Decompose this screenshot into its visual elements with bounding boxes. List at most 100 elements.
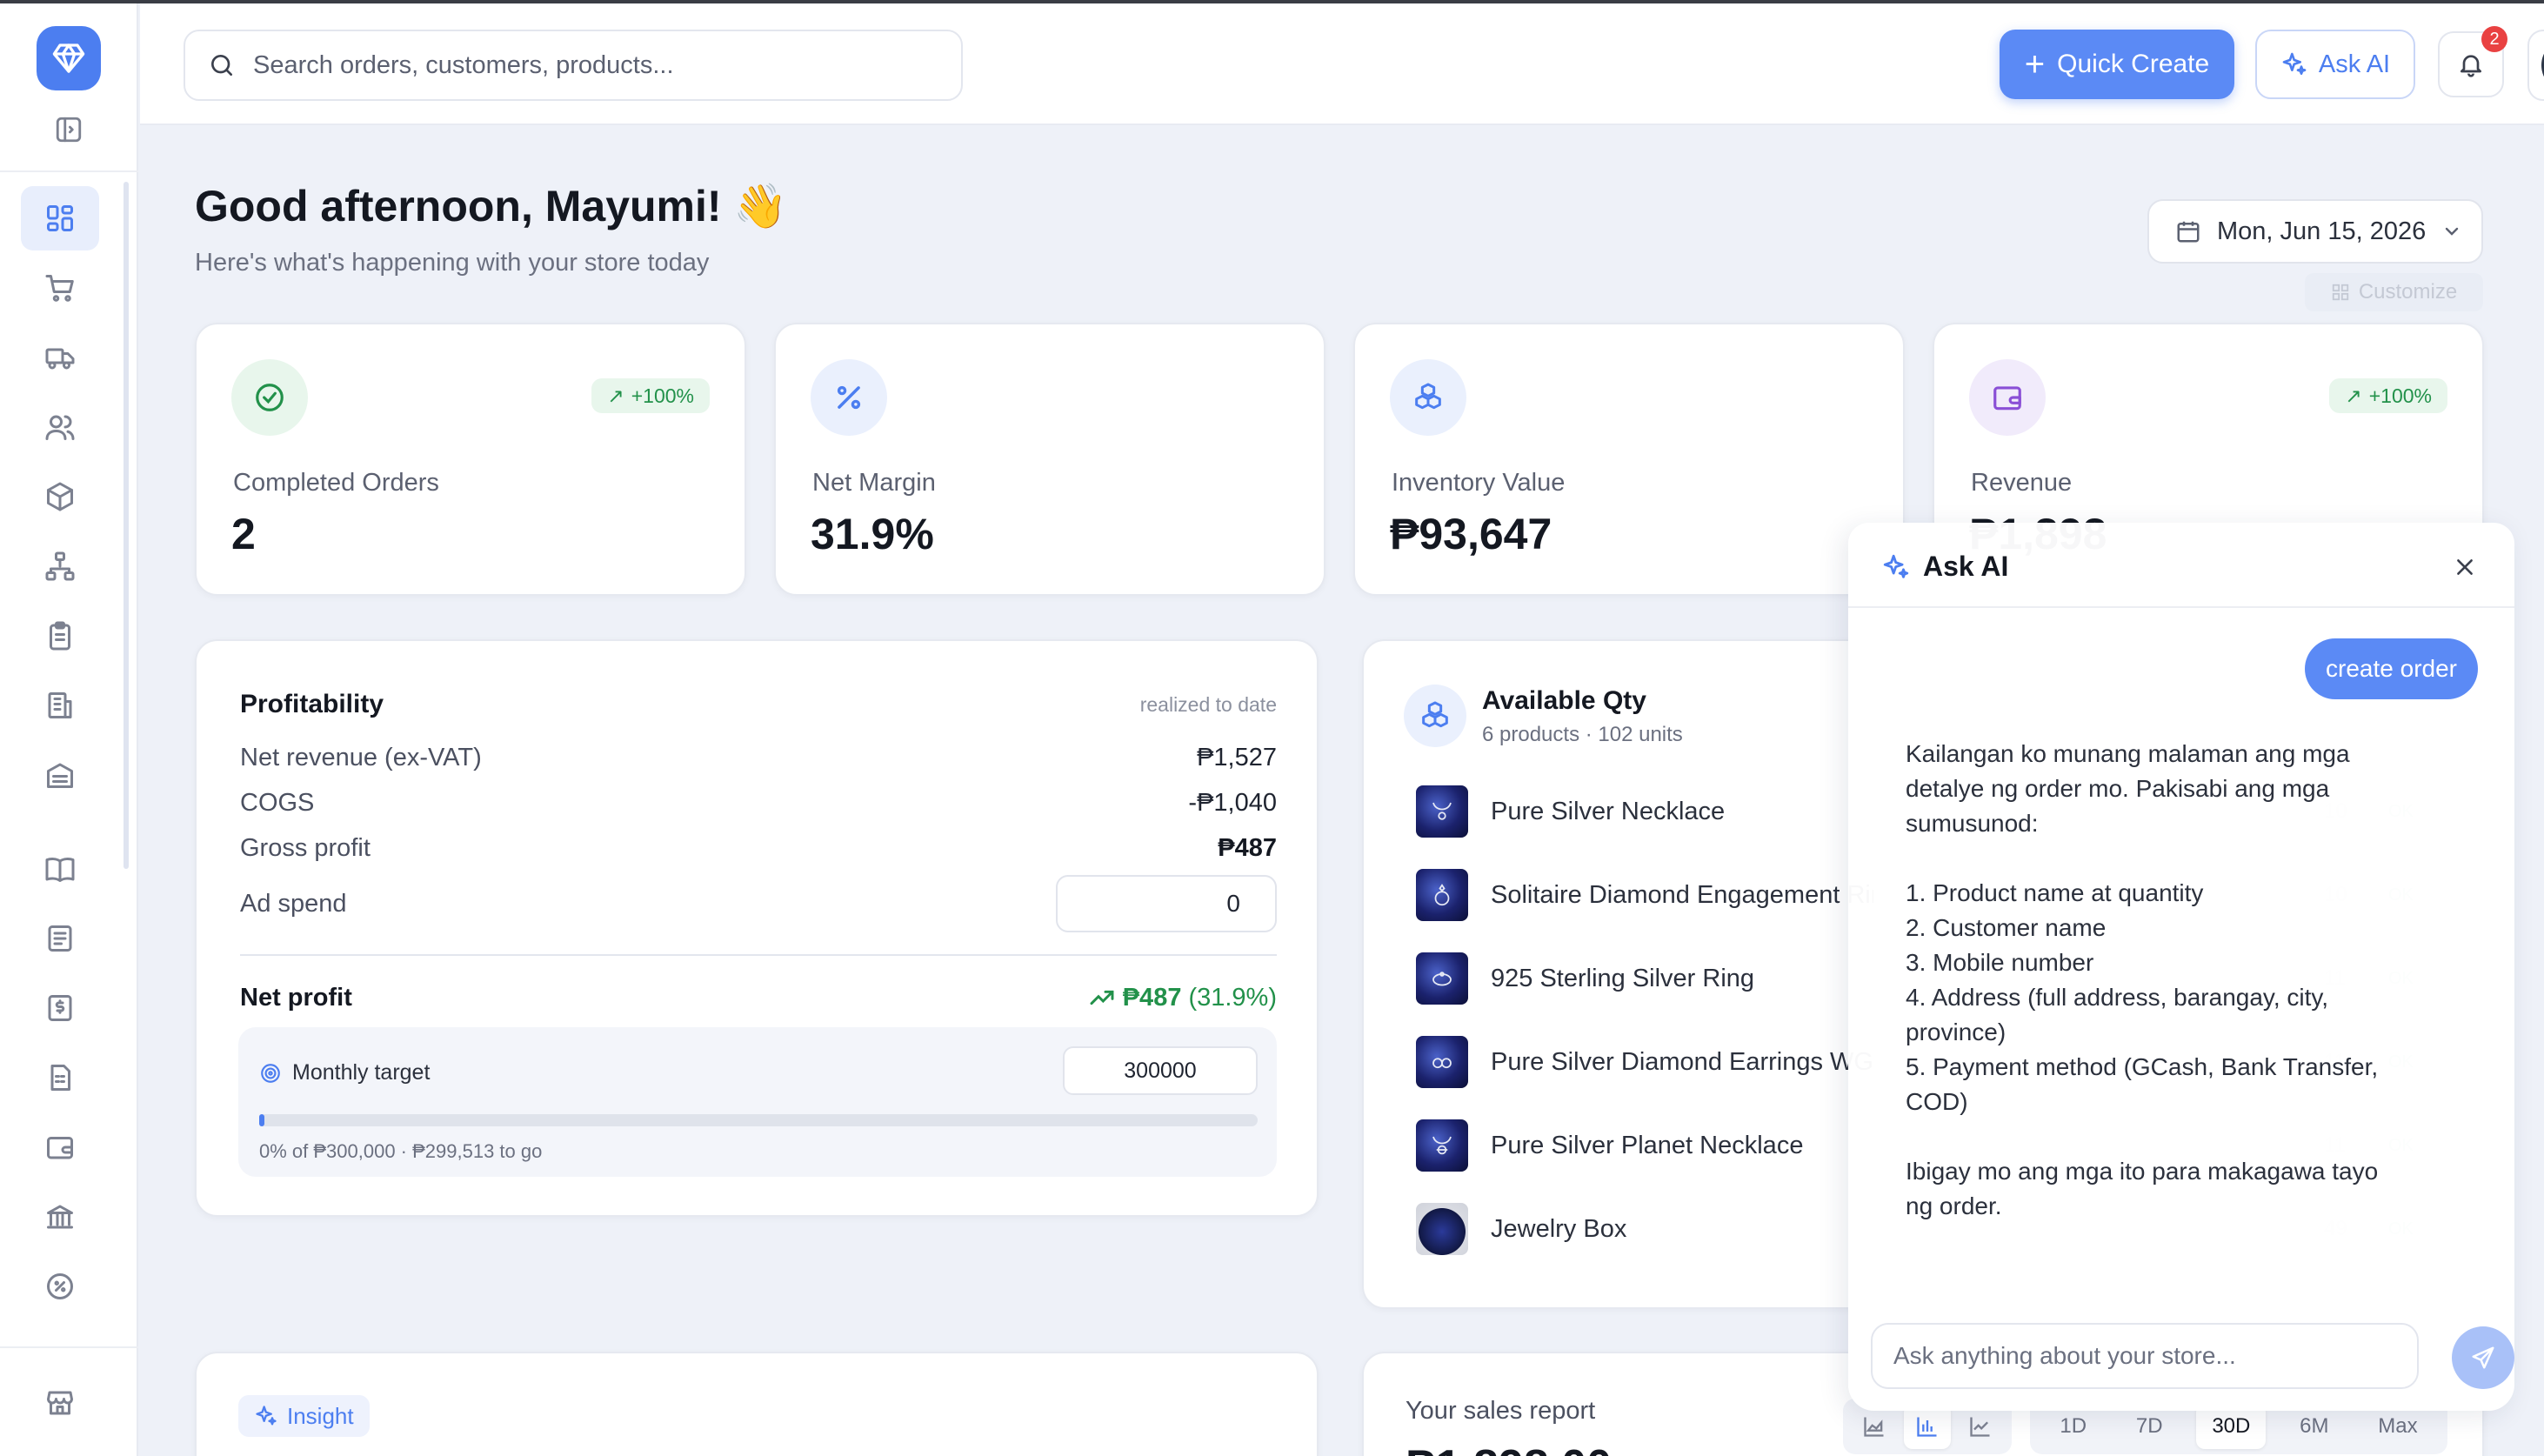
nav-cart-icon[interactable]: [21, 256, 99, 320]
divider: [240, 954, 1277, 956]
nav-building-icon[interactable]: [21, 673, 99, 738]
date-picker[interactable]: Mon, Jun 15, 2026: [2147, 199, 2483, 264]
chat-header: Ask AI: [1848, 523, 2514, 608]
user-menu-button[interactable]: MA: [2527, 30, 2544, 101]
chevron-down-icon: [2446, 227, 2459, 236]
nav-discount-icon[interactable]: [21, 1254, 99, 1319]
customize-button[interactable]: Customize: [2305, 273, 2483, 311]
sidebar-scrollbar[interactable]: [124, 182, 129, 869]
arrow-up-right-icon: ↗: [2345, 384, 2362, 407]
sparkles-icon: [1883, 554, 1909, 578]
insight-badge: Insight: [238, 1395, 370, 1437]
wallet-icon: [1969, 359, 2046, 436]
quick-create-label: Quick Create: [2057, 50, 2210, 78]
sidebar: [0, 3, 138, 1456]
ad-spend-input[interactable]: 0: [1056, 875, 1277, 932]
monthly-target-box: Monthly target 300000 0% of ₱300,000 · ₱…: [238, 1027, 1277, 1177]
nav-users-icon[interactable]: [21, 395, 99, 459]
profit-row-net-revenue: Net revenue (ex-VAT) ₱1,527: [240, 743, 1277, 771]
sidebar-collapse-icon[interactable]: [54, 115, 83, 144]
target-progress-bar: [259, 1114, 1258, 1126]
monthly-target-label: Monthly target: [259, 1060, 430, 1085]
kpi-label: Completed Orders: [233, 469, 439, 497]
search-input[interactable]: [253, 50, 931, 80]
nav-dashboard-icon[interactable]: [21, 186, 99, 250]
close-icon[interactable]: [2452, 554, 2478, 580]
bell-icon: [2461, 55, 2481, 77]
date-label: Mon, Jun 15, 2026: [2217, 217, 2427, 245]
quick-create-button[interactable]: + Quick Create: [2000, 30, 2234, 99]
product-thumbnail: [1416, 1203, 1468, 1255]
product-thumbnail: [1416, 952, 1468, 1005]
page-subtitle: Here's what's happening with your store …: [195, 249, 710, 277]
customize-label: Customize: [2358, 280, 2458, 304]
product-thumbnail: [1416, 1036, 1468, 1088]
product-thumbnail: [1416, 1119, 1468, 1172]
sparkles-icon: [256, 1406, 277, 1426]
sidebar-divider: [0, 170, 138, 172]
notification-count-badge: 2: [2481, 26, 2507, 52]
nav-clipboard-icon[interactable]: [21, 604, 99, 668]
nav-warehouse-icon[interactable]: [21, 743, 99, 807]
arrow-up-right-icon: ↗: [607, 384, 624, 407]
kpi-value: ₱93,647: [1390, 510, 1552, 558]
nav-book-icon[interactable]: [21, 837, 99, 901]
sidebar-divider-bottom: [0, 1346, 138, 1348]
monthly-target-input[interactable]: 300000: [1063, 1046, 1258, 1095]
insight-panel: Insight: [195, 1352, 1319, 1456]
nav-invoice-dollar-icon[interactable]: [21, 976, 99, 1040]
page-title: Good afternoon, Mayumi! 👋: [195, 182, 788, 230]
notifications-button[interactable]: 2: [2438, 26, 2507, 97]
send-icon[interactable]: [2452, 1326, 2514, 1389]
brand-logo-gem-icon[interactable]: [37, 26, 101, 90]
kpi-card-completed-orders[interactable]: ↗ +100% Completed Orders 2: [195, 323, 746, 596]
kpi-label: Net Margin: [812, 469, 936, 497]
nav-bank-icon[interactable]: [21, 1185, 99, 1249]
top-header: + Quick Create Ask AI 2 MA: [140, 3, 2544, 125]
boxes-icon: [1404, 685, 1466, 747]
search-icon: [211, 55, 232, 76]
ask-ai-label: Ask AI: [2318, 50, 2391, 78]
kpi-label: Revenue: [1971, 469, 2073, 497]
nav-truck-icon[interactable]: [21, 325, 99, 390]
profit-row-net-profit: Net profit ₱487 (31.9%): [240, 983, 1277, 1012]
nav-package-icon[interactable]: [21, 464, 99, 529]
nav-report-icon[interactable]: [21, 1045, 99, 1110]
kpi-card-net-margin[interactable]: Net Margin 31.9%: [774, 323, 1325, 596]
ask-ai-button[interactable]: Ask AI: [2255, 30, 2415, 99]
panel-title: Your sales report: [1406, 1397, 1596, 1425]
kpi-card-inventory-value[interactable]: Inventory Value ₱93,647: [1353, 323, 1905, 596]
chat-input-box[interactable]: [1871, 1323, 2419, 1389]
panel-subtitle: realized to date: [1139, 693, 1277, 716]
product-thumbnail: [1416, 869, 1468, 921]
calendar-icon: [2177, 221, 2200, 243]
chat-title: Ask AI: [1923, 551, 2009, 582]
profitability-panel: Profitability realized to date Net reven…: [195, 639, 1319, 1217]
target-progress-fill: [259, 1114, 264, 1126]
global-search[interactable]: [184, 30, 963, 101]
nav-hierarchy-icon[interactable]: [21, 534, 99, 598]
chat-input[interactable]: [1893, 1342, 2398, 1370]
product-thumbnail: [1416, 785, 1468, 838]
ad-spend-label: Ad spend: [240, 889, 347, 918]
nav-store-icon[interactable]: [21, 1371, 99, 1435]
sales-total: ₱1,898.00: [1406, 1440, 1612, 1456]
boxes-icon: [1390, 359, 1466, 436]
nav-document-icon[interactable]: [21, 906, 99, 971]
panel-title: Available Qty: [1482, 686, 1646, 715]
check-circle-icon: [231, 359, 308, 436]
profit-row-ad-spend: Ad spend 0: [240, 875, 1277, 932]
percent-icon: [811, 359, 887, 436]
target-icon: [261, 1063, 280, 1083]
target-note: 0% of ₱300,000 · ₱299,513 to go: [259, 1140, 543, 1162]
profit-row-gross-profit: Gross profit ₱487: [240, 833, 1277, 862]
ask-ai-chat-panel: Ask AI create order Kailangan ko munang …: [1848, 523, 2514, 1411]
plus-icon: +: [2024, 45, 2046, 83]
trend-badge: ↗ +100%: [2329, 378, 2447, 413]
nav-wallet-icon[interactable]: [21, 1115, 99, 1179]
grid-icon: [2332, 284, 2348, 301]
user-message-bubble: create order: [2305, 638, 2478, 699]
panel-subtitle: 6 products · 102 units: [1482, 723, 1683, 746]
chat-input-row: [1871, 1323, 2514, 1389]
kpi-value: 2: [231, 510, 256, 558]
